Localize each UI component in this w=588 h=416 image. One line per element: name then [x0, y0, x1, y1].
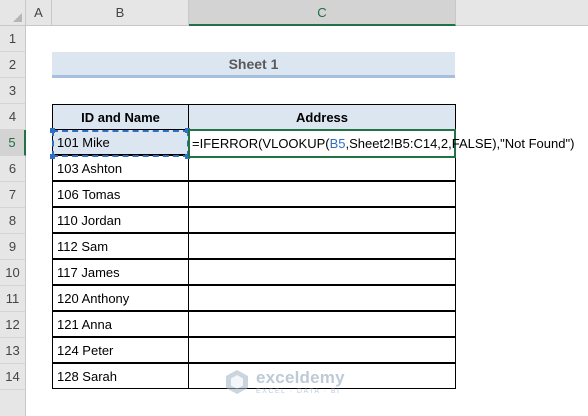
table-cell-address[interactable]	[188, 233, 456, 259]
table-cell-address[interactable]	[188, 337, 456, 363]
exceldemy-logo-icon	[226, 369, 248, 394]
row-header-9[interactable]: 9	[0, 234, 26, 260]
table-cell-id-name[interactable]: 110 Jordan	[52, 207, 189, 233]
sheet-title[interactable]: Sheet 1	[52, 52, 455, 78]
table-header-address[interactable]: Address	[188, 104, 456, 130]
reference-handle	[50, 128, 55, 133]
row-header-4[interactable]: 4	[0, 104, 26, 130]
formula-prefix: =IFERROR(VLOOKUP(	[192, 136, 330, 151]
table-cell-address[interactable]	[188, 259, 456, 285]
row-header-14[interactable]: 14	[0, 364, 26, 390]
reference-handle	[50, 154, 55, 159]
row-header-7[interactable]: 7	[0, 182, 26, 208]
row-header-2[interactable]: 2	[0, 52, 26, 78]
table-cell-id-name[interactable]: 101 Mike	[52, 129, 189, 155]
column-header-c[interactable]: C	[189, 0, 456, 26]
table-cell-id-name[interactable]: 117 James	[52, 259, 189, 285]
row-header-8[interactable]: 8	[0, 208, 26, 234]
table-cell-address[interactable]	[188, 207, 456, 233]
table-cell-id-name[interactable]: 120 Anthony	[52, 285, 189, 311]
table-header-id-name[interactable]: ID and Name	[52, 104, 189, 130]
row-header-15	[0, 390, 26, 416]
table-cell-address[interactable]	[188, 155, 456, 181]
table-cell-id-name[interactable]: 103 Ashton	[52, 155, 189, 181]
row-header-5[interactable]: 5	[0, 130, 26, 156]
row-header-6[interactable]: 6	[0, 156, 26, 182]
column-header-b[interactable]: B	[52, 0, 189, 26]
table-cell-address[interactable]	[188, 181, 456, 207]
row-header-12[interactable]: 12	[0, 312, 26, 338]
table-cell-id-name[interactable]: 121 Anna	[52, 311, 189, 337]
row-header-3[interactable]: 3	[0, 78, 26, 104]
exceldemy-watermark: exceldemy EXCEL · DATA · BI	[224, 368, 345, 395]
table-cell-address[interactable]	[188, 285, 456, 311]
row-header-13[interactable]: 13	[0, 338, 26, 364]
watermark-name: exceldemy	[256, 368, 345, 387]
table-cell-id-name[interactable]: 112 Sam	[52, 233, 189, 259]
watermark-tagline: EXCEL · DATA · BI	[256, 388, 341, 395]
row-header-1[interactable]: 1	[0, 26, 26, 52]
table-cell-id-name[interactable]: 128 Sarah	[52, 363, 189, 389]
table-cell-id-name[interactable]: 124 Peter	[52, 337, 189, 363]
select-all-corner[interactable]	[0, 0, 26, 26]
table-cell-id-name[interactable]: 106 Tomas	[52, 181, 189, 207]
row-header-11[interactable]: 11	[0, 286, 26, 312]
formula-cell-c5[interactable]: =IFERROR(VLOOKUP(B5 ,Sheet2!B5:C14,2,FALS…	[188, 129, 574, 158]
formula-reference-b5: B5	[329, 136, 346, 151]
column-header-a[interactable]: A	[26, 0, 52, 26]
formula-suffix: ,Sheet2!B5:C14,2,FALSE),"Not Found")	[345, 136, 575, 151]
table-cell-address[interactable]	[188, 311, 456, 337]
column-header-blank	[456, 0, 588, 26]
row-header-10[interactable]: 10	[0, 260, 26, 286]
